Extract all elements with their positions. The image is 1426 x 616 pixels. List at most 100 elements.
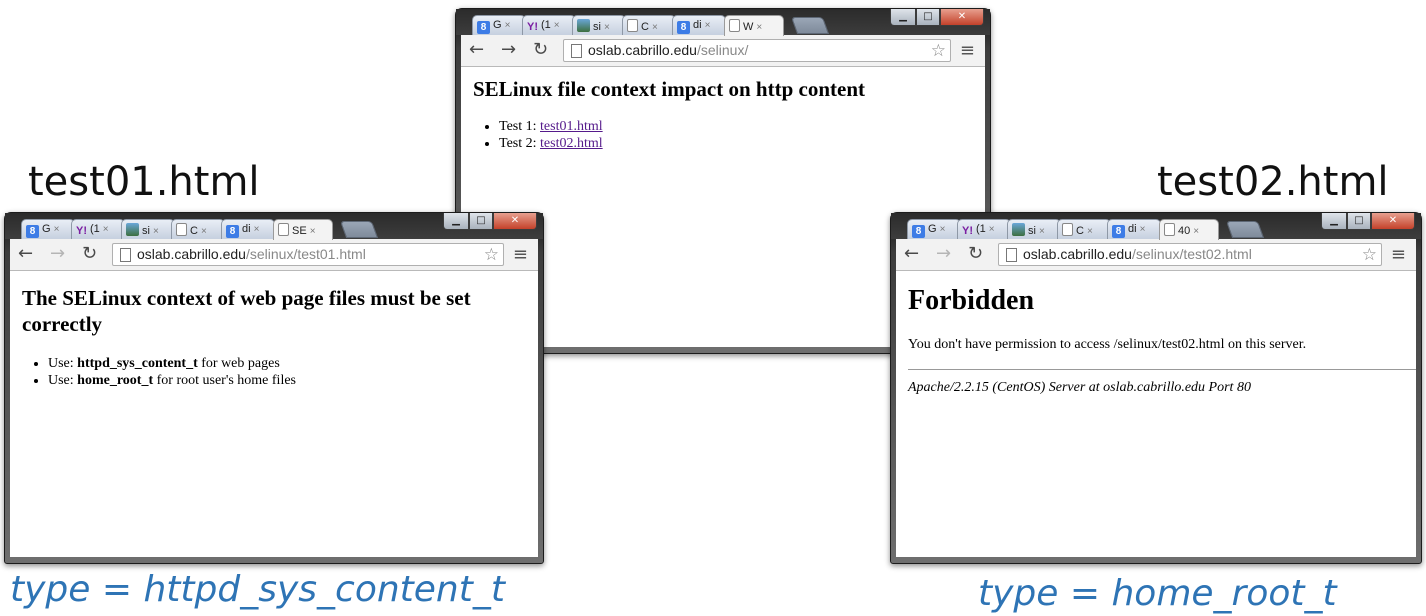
toolbar: ← → ↻ oslab.cabrillo.edu/selinux/ ☆ ≡ [461, 35, 985, 67]
page-icon [1062, 223, 1073, 236]
minimize-button[interactable]: ▁ [890, 9, 916, 26]
tab-doc[interactable]: C × [171, 219, 225, 239]
tab-close-icon[interactable]: × [989, 224, 995, 235]
tab-image[interactable]: si × [572, 15, 626, 35]
reload-icon[interactable]: ↻ [968, 244, 983, 264]
tab-close-icon[interactable]: × [505, 20, 511, 31]
tab-close-icon[interactable]: × [254, 224, 260, 235]
tab-close-icon[interactable]: × [310, 226, 316, 237]
left-file-caption: test01.html [28, 159, 260, 205]
tab-close-icon[interactable]: × [153, 226, 159, 237]
tab-close-icon[interactable]: × [1140, 224, 1146, 235]
tab-yahoo[interactable]: Y! (1 × [522, 15, 576, 35]
test02-link[interactable]: test02.html [540, 136, 603, 151]
bookmark-star-icon[interactable]: ☆ [484, 244, 499, 265]
item-prefix: Use: [48, 373, 78, 388]
yahoo-icon: Y! [962, 225, 973, 237]
tab-google-2[interactable]: 8 di × [1107, 219, 1161, 239]
tab-yahoo[interactable]: Y! (1 × [71, 219, 125, 239]
list-item: Test 2: test02.html [499, 135, 985, 152]
close-button[interactable]: ✕ [493, 213, 537, 230]
back-arrow-icon[interactable]: ← [469, 40, 484, 60]
tab-label: (1 [90, 223, 100, 235]
address-bar[interactable]: oslab.cabrillo.edu/selinux/ ☆ [563, 39, 951, 62]
maximize-button[interactable]: □ [1347, 213, 1371, 230]
address-bar[interactable]: oslab.cabrillo.edu/selinux/test02.html ☆ [998, 243, 1382, 266]
new-tab-button[interactable] [339, 221, 379, 238]
tab-close-icon[interactable]: × [201, 226, 207, 237]
tab-yahoo[interactable]: Y! (1 × [957, 219, 1011, 239]
window-controls: ▁ □ ✕ [890, 9, 984, 27]
list-item: Use: home_root_t for root user's home fi… [48, 372, 538, 389]
menu-icon[interactable]: ≡ [513, 244, 528, 265]
tab-close-icon[interactable]: × [652, 22, 658, 33]
tab-google-2[interactable]: 8 di × [221, 219, 275, 239]
tab-close-icon[interactable]: × [604, 22, 610, 33]
page-icon [278, 223, 289, 236]
page-icon [120, 248, 131, 262]
tab-image[interactable]: si × [1007, 219, 1061, 239]
tab-close-icon[interactable]: × [705, 20, 711, 31]
forward-arrow-icon[interactable]: → [50, 244, 65, 264]
test01-link[interactable]: test01.html [540, 119, 603, 134]
tab-google[interactable]: 8 G × [21, 219, 75, 239]
item-suffix: for root user's home files [153, 373, 297, 388]
minimize-button[interactable]: ▁ [1321, 213, 1347, 230]
minimize-button[interactable]: ▁ [443, 213, 469, 230]
tab-close-icon[interactable]: × [103, 224, 109, 235]
tab-label: G [928, 223, 937, 235]
close-button[interactable]: ✕ [1371, 213, 1415, 230]
back-arrow-icon[interactable]: ← [18, 244, 33, 264]
tab-active[interactable]: W × [724, 15, 784, 36]
tab-strip: 8 G × Y! (1 × si × C × 8 di × SE × ▁ □ ✕ [5, 213, 543, 240]
tab-close-icon[interactable]: × [756, 22, 762, 33]
new-tab-button[interactable] [1225, 221, 1265, 238]
address-bar[interactable]: oslab.cabrillo.edu/selinux/test01.html ☆ [112, 243, 504, 266]
reload-icon[interactable]: ↻ [533, 40, 548, 60]
page-content: The SELinux context of web page files mu… [10, 271, 538, 557]
url-path: /selinux/test02.html [1131, 246, 1252, 262]
tab-active[interactable]: 40 × [1159, 219, 1219, 240]
tab-close-icon[interactable]: × [1087, 226, 1093, 237]
tab-google[interactable]: 8 G × [472, 15, 526, 35]
reload-icon[interactable]: ↻ [82, 244, 97, 264]
forward-arrow-icon[interactable]: → [936, 244, 951, 264]
tab-label: G [42, 223, 51, 235]
tab-google[interactable]: 8 G × [907, 219, 961, 239]
tab-doc[interactable]: C × [1057, 219, 1111, 239]
tab-label: C [641, 21, 649, 33]
forward-arrow-icon[interactable]: → [501, 40, 516, 60]
tab-label: C [1076, 225, 1084, 237]
bookmark-star-icon[interactable]: ☆ [931, 40, 946, 61]
tab-close-icon[interactable]: × [1193, 226, 1199, 237]
tab-doc[interactable]: C × [622, 15, 676, 35]
image-icon [1012, 223, 1025, 236]
yahoo-icon: Y! [76, 225, 87, 237]
menu-icon[interactable]: ≡ [1391, 244, 1406, 265]
test-list: Test 1: test01.html Test 2: test02.html [461, 118, 985, 152]
maximize-button[interactable]: □ [469, 213, 493, 230]
tab-label: 40 [1178, 225, 1191, 237]
forbidden-message: You don't have permission to access /sel… [908, 337, 1307, 352]
page-icon [1006, 248, 1017, 262]
list-item: Use: httpd_sys_content_t for web pages [48, 355, 538, 372]
tab-close-icon[interactable]: × [1039, 226, 1045, 237]
new-tab-button[interactable] [790, 17, 830, 34]
item-type: home_root_t [77, 373, 154, 388]
tab-active[interactable]: SE × [273, 219, 333, 240]
tab-strip: 8 G × Y! (1 × si × C × 8 di × 40 × ▁ □ ✕ [891, 213, 1421, 240]
menu-icon[interactable]: ≡ [960, 40, 975, 61]
back-arrow-icon[interactable]: ← [904, 244, 919, 264]
tab-image[interactable]: si × [121, 219, 175, 239]
google-icon: 8 [677, 21, 690, 34]
bookmark-star-icon[interactable]: ☆ [1362, 244, 1377, 265]
close-button[interactable]: ✕ [940, 9, 984, 26]
yahoo-icon: Y! [527, 21, 538, 33]
tab-google-2[interactable]: 8 di × [672, 15, 726, 35]
tab-close-icon[interactable]: × [940, 224, 946, 235]
maximize-button[interactable]: □ [916, 9, 940, 26]
tab-close-icon[interactable]: × [54, 224, 60, 235]
right-file-caption: test02.html [1157, 159, 1389, 205]
tab-label: di [1128, 223, 1137, 235]
tab-close-icon[interactable]: × [554, 20, 560, 31]
